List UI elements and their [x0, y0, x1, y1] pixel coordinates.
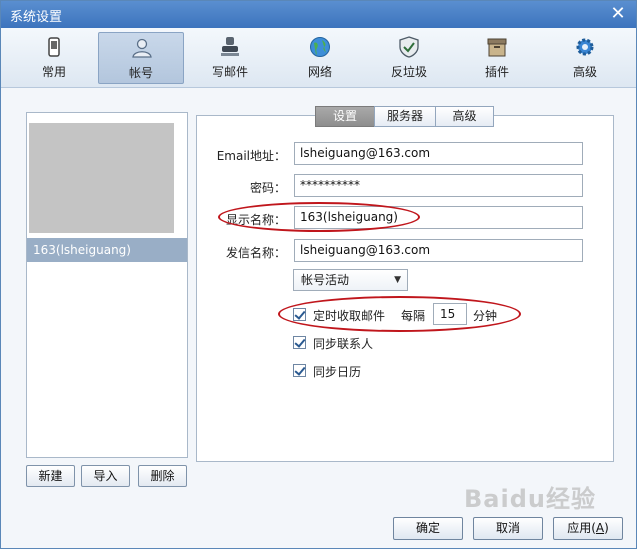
settings-content: 163(lsheiguang) 新建 导入 删除 设置 服务器 高级 Email… [10, 96, 627, 510]
toolbar-item-label: 写邮件 [211, 65, 248, 79]
toolbar-item-plugins[interactable]: 插件 [454, 32, 540, 84]
toolbar-item-label: 高级 [572, 65, 597, 79]
apply-button[interactable]: 应用(A) [553, 517, 623, 540]
shield-icon [399, 36, 419, 58]
sync-calendar-checkbox[interactable]: 同步日历 [293, 363, 413, 381]
apply-shortcut: A [595, 521, 605, 535]
close-icon[interactable]: ✕ [609, 4, 627, 24]
interval-unit: 分钟 [473, 309, 498, 323]
account-status-select[interactable]: 帐号活动 ▼ [293, 269, 408, 291]
auto-fetch-checkbox[interactable]: 定时收取邮件 [293, 307, 413, 325]
tab-server[interactable]: 服务器 [374, 106, 436, 127]
sync-contacts-checkbox[interactable]: 同步联系人 [293, 335, 413, 353]
auto-fetch-label: 定时收取邮件 [313, 309, 386, 323]
toolbar-item-general[interactable]: 常用 [11, 32, 97, 84]
toolbar-item-advanced[interactable]: 高级 [542, 32, 628, 84]
tab-advanced[interactable]: 高级 [435, 106, 494, 127]
checkbox-checked-icon[interactable] [293, 364, 306, 377]
account-list[interactable]: 163(lsheiguang) [26, 112, 188, 458]
user-icon [132, 38, 152, 58]
sync-calendar-label: 同步日历 [313, 365, 362, 379]
sync-contacts-label: 同步联系人 [313, 337, 374, 351]
cancel-button[interactable]: 取消 [473, 517, 543, 540]
chevron-down-icon: ▼ [394, 275, 401, 285]
interval-input[interactable]: 15 [433, 303, 467, 325]
toolbar-item-compose[interactable]: 写邮件 [187, 32, 273, 84]
display-name-field[interactable]: 163(lsheiguang) [294, 206, 583, 229]
stamp-icon [221, 37, 239, 56]
baidu-watermark: Baidu经验 [464, 485, 596, 513]
toolbar-item-label: 常用 [41, 65, 66, 79]
box-icon [487, 38, 507, 57]
apply-label: 应用 [567, 521, 592, 535]
checkbox-checked-icon[interactable] [293, 308, 306, 321]
sender-name-label: 发信名称： [225, 246, 286, 260]
title-bar[interactable]: 系统设置 ✕ [1, 1, 636, 28]
window-title: 系统设置 [10, 10, 63, 25]
password-field[interactable]: ********** [294, 174, 583, 197]
list-item[interactable]: 163(lsheiguang) [27, 238, 187, 262]
toolbar-item-label: 帐号 [128, 66, 153, 80]
account-status-value: 帐号活动 [301, 273, 350, 287]
password-label: 密码： [249, 181, 286, 195]
account-thumbnail [29, 123, 174, 233]
interval-prefix: 每隔 [401, 309, 426, 323]
globe-icon [310, 37, 330, 57]
settings-toolbar: 常用 帐号 写邮件 网络 反垃圾 插件 高级 [1, 28, 636, 88]
toolbar-item-antispam[interactable]: 反垃圾 [366, 32, 452, 84]
toolbar-item-label: 反垃圾 [390, 65, 427, 79]
tab-settings[interactable]: 设置 [315, 106, 375, 127]
toolbar-item-label: 插件 [484, 65, 509, 79]
checkbox-checked-icon[interactable] [293, 336, 306, 349]
new-account-button[interactable]: 新建 [26, 465, 75, 487]
ok-button[interactable]: 确定 [393, 517, 463, 540]
delete-account-button[interactable]: 删除 [138, 465, 187, 487]
sender-name-field[interactable]: lsheiguang@163.com [294, 239, 583, 262]
phone-icon [48, 37, 60, 57]
toolbar-item-network[interactable]: 网络 [277, 32, 363, 84]
display-name-label: 显示名称： [225, 213, 286, 227]
gear-icon [576, 38, 594, 56]
toolbar-item-label: 网络 [307, 65, 332, 79]
toolbar-item-account[interactable]: 帐号 [98, 32, 184, 84]
email-field[interactable]: lsheiguang@163.com [294, 142, 583, 165]
settings-window: 系统设置 ✕ 常用 帐号 写邮件 网络 反垃圾 插件 高级 163(lsheig… [0, 0, 637, 549]
import-account-button[interactable]: 导入 [81, 465, 130, 487]
email-label: Email地址： [216, 149, 286, 163]
